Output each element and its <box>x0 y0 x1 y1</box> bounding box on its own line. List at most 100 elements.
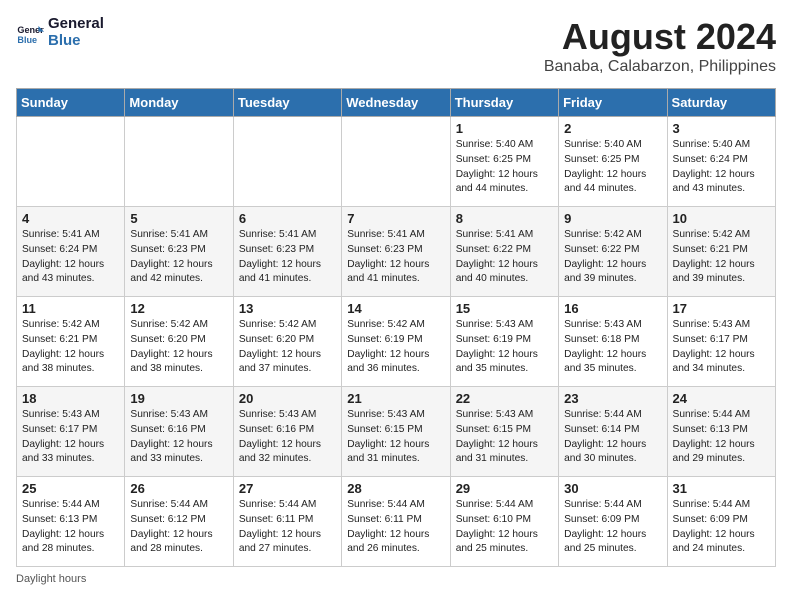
header-thursday: Thursday <box>450 89 558 117</box>
week-row-4: 25 Sunrise: 5:44 AM Sunset: 6:13 PM Dayli… <box>17 477 776 567</box>
day-info: Sunrise: 5:42 AM Sunset: 6:19 PM Dayligh… <box>347 318 444 377</box>
day-number: 31 <box>673 481 770 496</box>
header-wednesday: Wednesday <box>342 89 450 117</box>
day-info: Sunrise: 5:44 AM Sunset: 6:09 PM Dayligh… <box>673 498 770 557</box>
day-info: Sunrise: 5:44 AM Sunset: 6:14 PM Dayligh… <box>564 408 661 467</box>
subtitle: Banaba, Calabarzon, Philippines <box>544 58 776 76</box>
day-cell: 28 Sunrise: 5:44 AM Sunset: 6:11 PM Dayli… <box>342 477 450 567</box>
logo-line2: Blue <box>48 33 104 50</box>
day-cell: 24Sunrise: 5:44 AM Sunset: 6:13 PM Dayli… <box>667 387 775 477</box>
header-sunday: Sunday <box>17 89 125 117</box>
day-number: 24 <box>673 391 770 406</box>
day-number: 21 <box>347 391 444 406</box>
day-number: 20 <box>239 391 336 406</box>
day-cell <box>342 117 450 207</box>
calendar-body: 1 Sunrise: 5:40 AM Sunset: 6:25 PM Daylig… <box>17 117 776 567</box>
day-cell <box>125 117 233 207</box>
day-info: Sunrise: 5:44 AM Sunset: 6:09 PM Dayligh… <box>564 498 661 557</box>
day-number: 9 <box>564 211 661 226</box>
day-number: 29 <box>456 481 553 496</box>
week-row-2: 11 Sunrise: 5:42 AM Sunset: 6:21 PM Dayli… <box>17 297 776 387</box>
day-info: Sunrise: 5:44 AM Sunset: 6:10 PM Dayligh… <box>456 498 553 557</box>
day-info: Sunrise: 5:44 AM Sunset: 6:11 PM Dayligh… <box>239 498 336 557</box>
day-cell: 16 Sunrise: 5:43 AM Sunset: 6:18 PM Dayli… <box>559 297 667 387</box>
day-cell: 3 Sunrise: 5:40 AM Sunset: 6:24 PM Daylig… <box>667 117 775 207</box>
day-number: 23 <box>564 391 661 406</box>
day-number: 10 <box>673 211 770 226</box>
day-cell: 23 Sunrise: 5:44 AM Sunset: 6:14 PM Dayli… <box>559 387 667 477</box>
day-cell <box>233 117 341 207</box>
day-cell: 21Sunrise: 5:43 AM Sunset: 6:15 PM Dayli… <box>342 387 450 477</box>
day-cell: 4 Sunrise: 5:41 AM Sunset: 6:24 PM Daylig… <box>17 207 125 297</box>
day-info: Sunrise: 5:40 AM Sunset: 6:24 PM Dayligh… <box>673 138 770 197</box>
day-number: 25 <box>22 481 119 496</box>
day-number: 30 <box>564 481 661 496</box>
day-number: 7 <box>347 211 444 226</box>
day-info: Sunrise: 5:43 AM Sunset: 6:17 PM Dayligh… <box>22 408 119 467</box>
day-info: Sunrise: 5:43 AM Sunset: 6:19 PM Dayligh… <box>456 318 553 377</box>
day-info: Sunrise: 5:44 AM Sunset: 6:12 PM Dayligh… <box>130 498 227 557</box>
day-cell: 9 Sunrise: 5:42 AM Sunset: 6:22 PM Daylig… <box>559 207 667 297</box>
day-info: Sunrise: 5:42 AM Sunset: 6:20 PM Dayligh… <box>130 318 227 377</box>
calendar-table: SundayMondayTuesdayWednesdayThursdayFrid… <box>16 88 776 567</box>
day-cell: 10 Sunrise: 5:42 AM Sunset: 6:21 PM Dayli… <box>667 207 775 297</box>
day-number: 8 <box>456 211 553 226</box>
day-number: 27 <box>239 481 336 496</box>
week-row-0: 1 Sunrise: 5:40 AM Sunset: 6:25 PM Daylig… <box>17 117 776 207</box>
day-number: 12 <box>130 301 227 316</box>
day-info: Sunrise: 5:42 AM Sunset: 6:21 PM Dayligh… <box>673 228 770 287</box>
day-number: 18 <box>22 391 119 406</box>
day-cell: 30 Sunrise: 5:44 AM Sunset: 6:09 PM Dayli… <box>559 477 667 567</box>
page-header: General Blue General Blue August 2024 Ba… <box>16 16 776 76</box>
day-number: 11 <box>22 301 119 316</box>
title-block: August 2024 Banaba, Calabarzon, Philippi… <box>544 16 776 76</box>
day-info: Sunrise: 5:42 AM Sunset: 6:20 PM Dayligh… <box>239 318 336 377</box>
day-info: Sunrise: 5:42 AM Sunset: 6:22 PM Dayligh… <box>564 228 661 287</box>
day-cell: 22Sunrise: 5:43 AM Sunset: 6:15 PM Dayli… <box>450 387 558 477</box>
day-info: Sunrise: 5:43 AM Sunset: 6:18 PM Dayligh… <box>564 318 661 377</box>
day-number: 28 <box>347 481 444 496</box>
day-cell: 1 Sunrise: 5:40 AM Sunset: 6:25 PM Daylig… <box>450 117 558 207</box>
day-info: Sunrise: 5:42 AM Sunset: 6:21 PM Dayligh… <box>22 318 119 377</box>
logo: General Blue General Blue <box>16 16 104 49</box>
day-cell: 15 Sunrise: 5:43 AM Sunset: 6:19 PM Dayli… <box>450 297 558 387</box>
day-cell: 18 Sunrise: 5:43 AM Sunset: 6:17 PM Dayli… <box>17 387 125 477</box>
day-number: 3 <box>673 121 770 136</box>
day-info: Sunrise: 5:41 AM Sunset: 6:23 PM Dayligh… <box>130 228 227 287</box>
day-info: Sunrise: 5:41 AM Sunset: 6:24 PM Dayligh… <box>22 228 119 287</box>
day-number: 19 <box>130 391 227 406</box>
day-cell: 11 Sunrise: 5:42 AM Sunset: 6:21 PM Dayli… <box>17 297 125 387</box>
day-info: Sunrise: 5:43 AM Sunset: 6:15 PM Dayligh… <box>456 408 553 467</box>
logo-icon: General Blue <box>16 19 44 47</box>
day-number: 14 <box>347 301 444 316</box>
day-cell: 31 Sunrise: 5:44 AM Sunset: 6:09 PM Dayli… <box>667 477 775 567</box>
day-number: 6 <box>239 211 336 226</box>
day-info: Sunrise: 5:41 AM Sunset: 6:22 PM Dayligh… <box>456 228 553 287</box>
day-cell: 2Sunrise: 5:40 AM Sunset: 6:25 PM Daylig… <box>559 117 667 207</box>
day-number: 4 <box>22 211 119 226</box>
day-info: Sunrise: 5:41 AM Sunset: 6:23 PM Dayligh… <box>347 228 444 287</box>
day-info: Sunrise: 5:44 AM Sunset: 6:13 PM Dayligh… <box>22 498 119 557</box>
day-info: Sunrise: 5:43 AM Sunset: 6:16 PM Dayligh… <box>239 408 336 467</box>
day-number: 1 <box>456 121 553 136</box>
day-number: 15 <box>456 301 553 316</box>
day-cell: 25 Sunrise: 5:44 AM Sunset: 6:13 PM Dayli… <box>17 477 125 567</box>
day-cell: 13Sunrise: 5:42 AM Sunset: 6:20 PM Dayli… <box>233 297 341 387</box>
day-number: 16 <box>564 301 661 316</box>
day-info: Sunrise: 5:40 AM Sunset: 6:25 PM Dayligh… <box>456 138 553 197</box>
day-cell: 29 Sunrise: 5:44 AM Sunset: 6:10 PM Dayli… <box>450 477 558 567</box>
day-cell: 12 Sunrise: 5:42 AM Sunset: 6:20 PM Dayli… <box>125 297 233 387</box>
day-info: Sunrise: 5:43 AM Sunset: 6:16 PM Dayligh… <box>130 408 227 467</box>
day-info: Sunrise: 5:41 AM Sunset: 6:23 PM Dayligh… <box>239 228 336 287</box>
day-cell: 6 Sunrise: 5:41 AM Sunset: 6:23 PM Daylig… <box>233 207 341 297</box>
day-info: Sunrise: 5:44 AM Sunset: 6:11 PM Dayligh… <box>347 498 444 557</box>
day-number: 5 <box>130 211 227 226</box>
day-cell: 17Sunrise: 5:43 AM Sunset: 6:17 PM Dayli… <box>667 297 775 387</box>
day-number: 17 <box>673 301 770 316</box>
week-row-3: 18 Sunrise: 5:43 AM Sunset: 6:17 PM Dayli… <box>17 387 776 477</box>
day-cell: 5 Sunrise: 5:41 AM Sunset: 6:23 PM Daylig… <box>125 207 233 297</box>
day-cell: 14 Sunrise: 5:42 AM Sunset: 6:19 PM Dayli… <box>342 297 450 387</box>
day-cell: 27 Sunrise: 5:44 AM Sunset: 6:11 PM Dayli… <box>233 477 341 567</box>
main-title: August 2024 <box>544 16 776 58</box>
header-friday: Friday <box>559 89 667 117</box>
